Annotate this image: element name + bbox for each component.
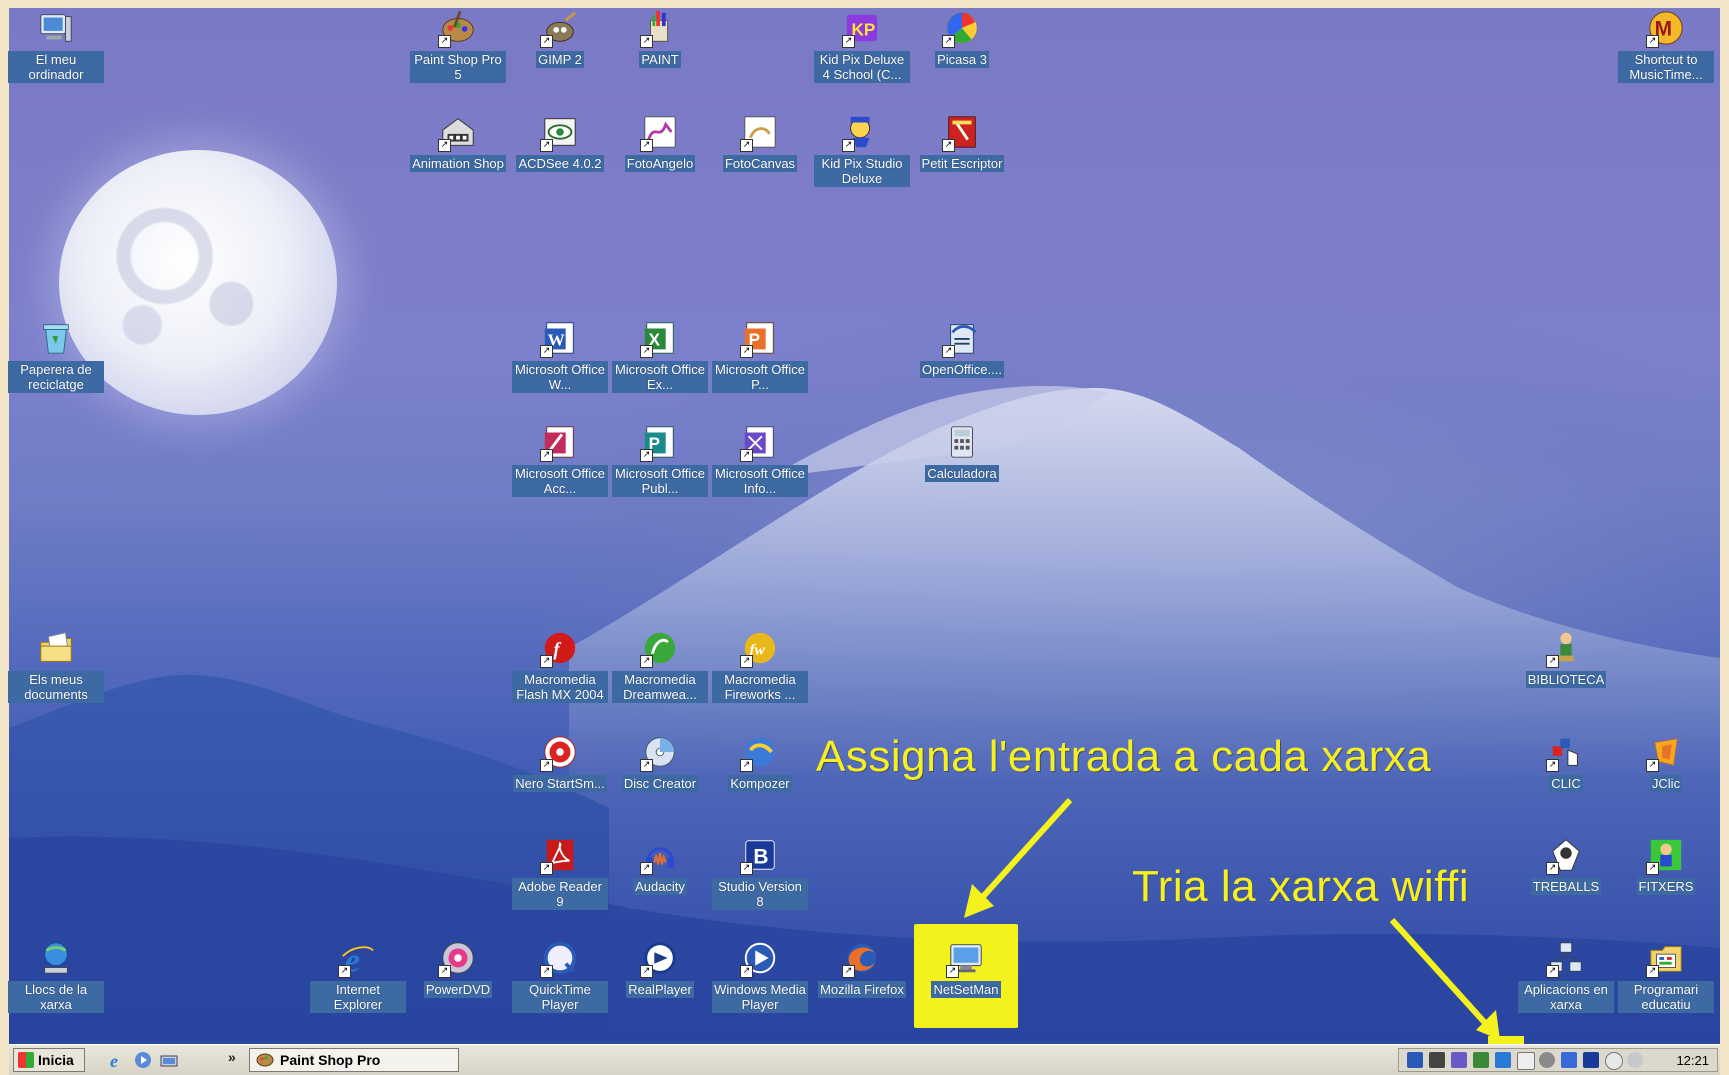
tray-volume-icon[interactable] xyxy=(1627,1052,1643,1068)
start-button[interactable]: Inicia xyxy=(13,1048,85,1072)
svg-text:e: e xyxy=(110,1051,118,1070)
tray-app-icon[interactable] xyxy=(1407,1052,1423,1068)
task-button-label: Paint Shop Pro xyxy=(280,1052,381,1068)
tray-messenger-icon[interactable] xyxy=(1605,1052,1623,1070)
arrow-to-tray xyxy=(1389,917,1500,1040)
quicklaunch-chevron-icon[interactable]: » xyxy=(228,1049,236,1065)
tray-network-wifi-icon[interactable] xyxy=(1495,1052,1511,1068)
annotation-arrows xyxy=(964,797,1500,1040)
start-label: Inicia xyxy=(38,1052,74,1068)
tray-monitor-icon[interactable] xyxy=(1561,1052,1577,1068)
tray-security-icon[interactable] xyxy=(1583,1052,1599,1068)
tray-settings-icon[interactable] xyxy=(1539,1052,1555,1068)
tray-tool-icon[interactable] xyxy=(1451,1052,1467,1068)
quicklaunch-media-icon[interactable] xyxy=(133,1050,153,1070)
quicklaunch-ie-icon[interactable]: e xyxy=(107,1050,127,1071)
task-button-paint-shop-pro[interactable]: Paint Shop Pro xyxy=(249,1048,459,1072)
tray-display-icon[interactable] xyxy=(1429,1052,1445,1068)
windows-flag-icon xyxy=(18,1052,34,1068)
tray-document-icon[interactable] xyxy=(1517,1052,1535,1070)
system-tray: 12:21 xyxy=(1398,1048,1718,1072)
taskbar: Inicia e » Paint Shop Pro 12:21 xyxy=(9,1044,1720,1075)
clock[interactable]: 12:21 xyxy=(1676,1053,1709,1068)
arrow-to-netsetman xyxy=(964,797,1073,918)
tray-sync-icon[interactable] xyxy=(1473,1052,1489,1068)
quicklaunch-desktop-icon[interactable] xyxy=(159,1050,179,1070)
paint-shop-pro-icon xyxy=(256,1050,274,1071)
